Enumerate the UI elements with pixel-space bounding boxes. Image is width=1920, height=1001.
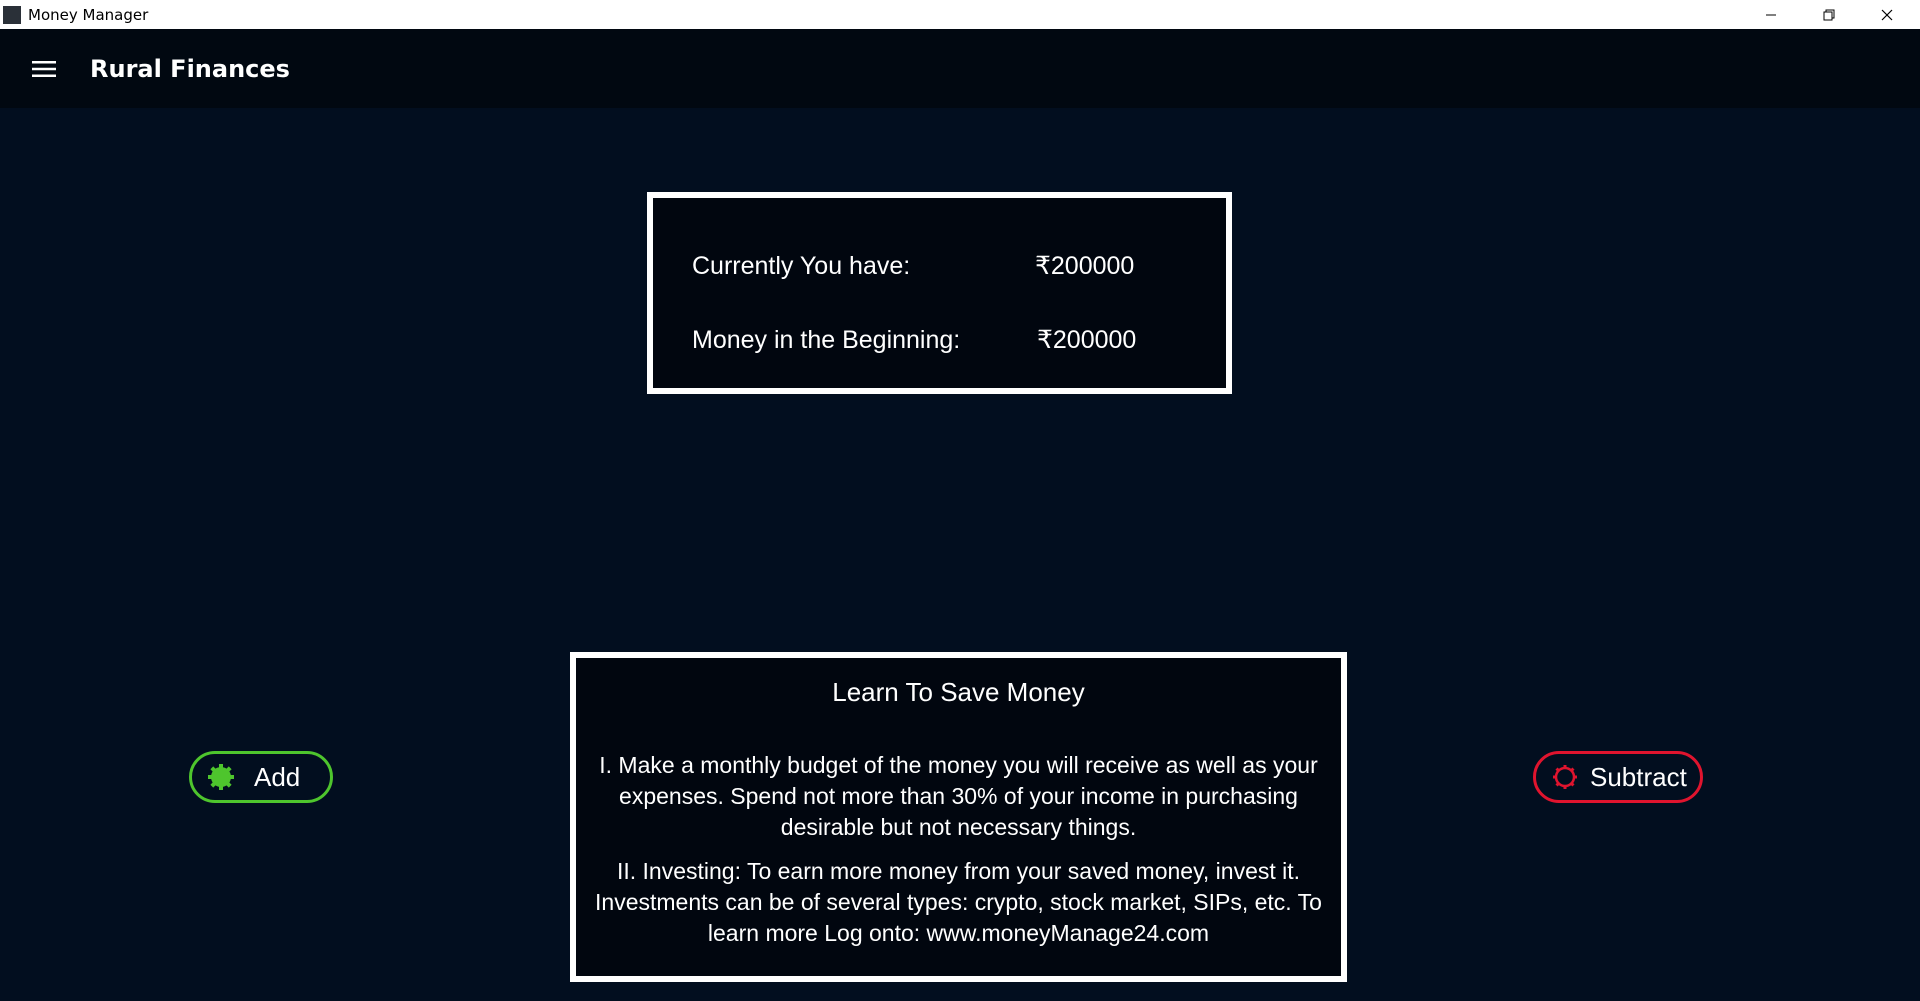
menu-button[interactable] xyxy=(26,55,62,83)
tip-budget: I. Make a monthly budget of the money yo… xyxy=(599,752,1318,840)
window-titlebar: Money Manager xyxy=(0,0,1920,29)
add-gear-icon xyxy=(206,762,236,792)
window-title: Money Manager xyxy=(28,6,149,24)
app-icon xyxy=(3,6,21,24)
beginning-balance-label: Money in the Beginning: xyxy=(692,326,961,354)
hamburger-menu-icon xyxy=(32,61,56,77)
add-button-label: Add xyxy=(254,761,301,792)
app-bar: Rural Finances xyxy=(0,29,1920,108)
restore-icon xyxy=(1823,9,1835,20)
minimize-button[interactable] xyxy=(1742,0,1800,29)
app-title: Rural Finances xyxy=(90,55,290,83)
subtract-button-label: Subtract xyxy=(1590,761,1687,792)
beginning-balance-row: Money in the Beginning: ₹200000 xyxy=(692,325,1136,355)
current-balance-label: Currently You have: xyxy=(692,252,911,280)
current-balance-value: ₹200000 xyxy=(1035,252,1135,280)
subtract-button[interactable]: Subtract xyxy=(1533,751,1703,803)
current-balance-row: Currently You have: ₹200000 xyxy=(692,251,1134,281)
tips-title: Learn To Save Money xyxy=(832,677,1085,707)
beginning-balance-value: ₹200000 xyxy=(1037,326,1137,354)
balance-panel: Currently You have: ₹200000 Money in the… xyxy=(647,192,1232,394)
minimize-icon xyxy=(1766,14,1776,15)
restore-button[interactable] xyxy=(1800,0,1858,29)
close-button[interactable] xyxy=(1858,0,1916,29)
close-icon xyxy=(1881,9,1893,20)
add-button[interactable]: Add xyxy=(189,751,333,803)
tip-investing: II. Investing: To earn more money from y… xyxy=(595,858,1322,946)
savings-tips-panel: Learn To Save Money I. Make a monthly bu… xyxy=(570,652,1347,982)
subtract-gear-icon xyxy=(1550,762,1580,792)
